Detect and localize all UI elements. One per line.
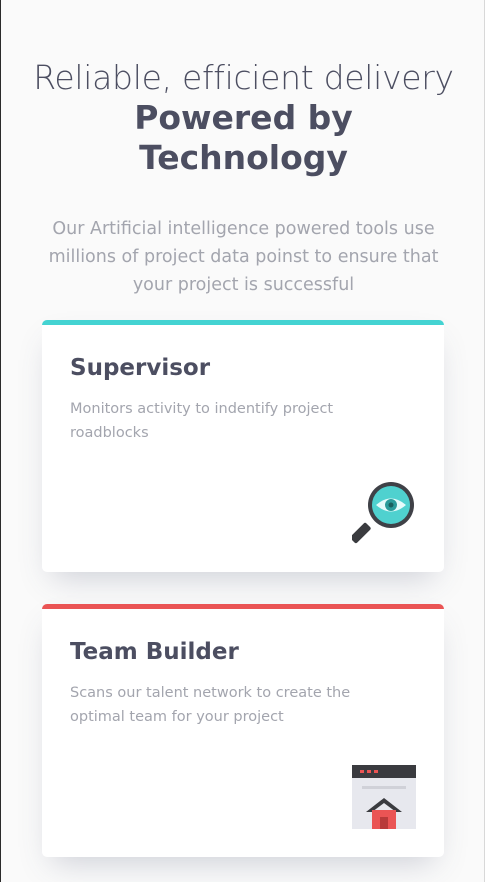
card-title: Supervisor [70,355,211,381]
hero-subtitle: Our Artificial intelligence powered tool… [48,218,439,295]
supervisor-card: Supervisor Monitors activity to indentif… [42,320,444,572]
team-builder-card: Team Builder Scans our talent network to… [42,604,444,857]
headline-light: Reliable, efficient delivery [33,58,454,97]
team-builder-icon [352,765,416,829]
hero-header: Reliable, efficient delivery Powered by … [1,58,485,178]
magnifier-eye-icon [352,480,416,544]
headline-bold: Powered by Technology [134,98,353,177]
card-title: Team Builder [70,639,239,665]
card-description: Monitors activity to indentify project r… [70,401,334,441]
card-description: Scans our talent network to create the o… [70,685,351,725]
